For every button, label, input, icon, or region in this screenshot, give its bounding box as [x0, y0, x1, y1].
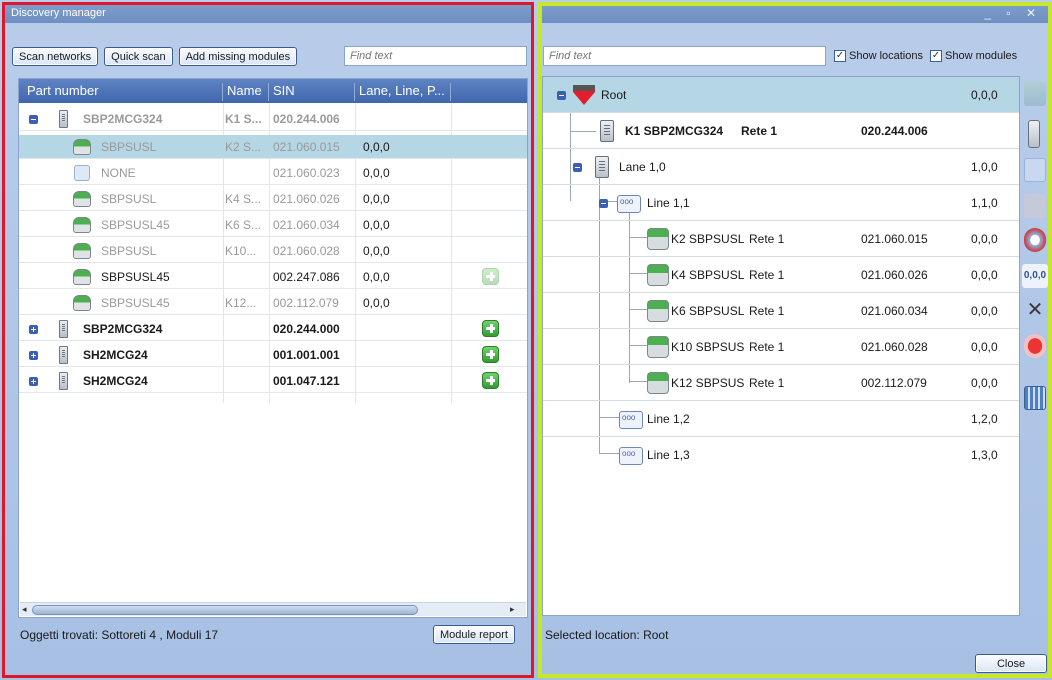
tree-node-k1[interactable]: K1 SBP2MCG324 Rete 1 020.244.006 — [543, 113, 1019, 149]
checkbox-checked-icon[interactable]: ✓ — [930, 50, 942, 62]
table-row[interactable]: SBPSUSL45 K12... 002.112.079 0,0,0 — [19, 291, 527, 315]
module-icon[interactable] — [1024, 194, 1046, 218]
tree-node-line-1-3[interactable]: Line 1,3 1,3,0 — [543, 437, 1019, 473]
close-button[interactable]: Close — [975, 654, 1047, 673]
tree-node-module[interactable]: K2 SBPSUSL Rete 1 021.060.015 0,0,0 — [543, 221, 1019, 257]
module-icon — [59, 346, 68, 364]
col-part-number[interactable]: Part number — [23, 83, 223, 101]
tree-node-line-1-1[interactable]: Line 1,1 1,1,0 — [543, 185, 1019, 221]
sensor-icon — [647, 228, 669, 250]
sensor-icon — [73, 295, 91, 311]
quick-scan-button[interactable]: Quick scan — [104, 47, 173, 66]
show-modules-checkbox[interactable]: ✓ Show modules — [930, 50, 1017, 62]
line-icon — [617, 195, 641, 213]
selected-location-text: Selected location: Root — [545, 628, 669, 642]
table-row[interactable]: NONE 021.060.023 0,0,0 — [19, 161, 527, 185]
scroll-left-icon[interactable]: ◂ — [22, 604, 27, 615]
sensor-icon — [73, 217, 91, 233]
discovery-manager-panel: Discovery manager Scan networks Quick sc… — [0, 0, 538, 680]
sensor-icon — [647, 372, 669, 394]
table-row[interactable]: SBP2MCG324 020.244.000 — [19, 317, 527, 341]
tools-icon[interactable]: ✕ — [1024, 298, 1046, 322]
right-find-input[interactable] — [543, 46, 826, 66]
tree-node-root[interactable]: Root 0,0,0 — [543, 77, 1019, 113]
expand-icon[interactable] — [29, 325, 38, 334]
network-icon[interactable] — [1024, 386, 1046, 410]
collapse-icon[interactable] — [29, 115, 38, 124]
toolbar: Scan networks Quick scan Add missing mod… — [12, 47, 298, 67]
window-title: Discovery manager — [11, 7, 106, 19]
delete-icon[interactable] — [1024, 334, 1046, 358]
collapse-icon[interactable] — [573, 163, 582, 172]
window-controls[interactable]: _ ▫ ✕ — [984, 6, 1042, 20]
module-icon — [59, 372, 68, 390]
table-row[interactable]: SBPSUSL45 002.247.086 0,0,0 — [19, 265, 527, 289]
left-find-input[interactable] — [344, 46, 527, 66]
scan-icon[interactable] — [1024, 82, 1046, 106]
add-module-button[interactable] — [482, 268, 499, 285]
side-toolbar: 0,0,0 ✕ — [1022, 76, 1048, 456]
sensor-icon — [73, 191, 91, 207]
expand-icon[interactable] — [29, 351, 38, 360]
checkbox-checked-icon[interactable]: ✓ — [834, 50, 846, 62]
add-missing-modules-button[interactable]: Add missing modules — [178, 47, 298, 66]
tree-node-line-1-2[interactable]: Line 1,2 1,2,0 — [543, 401, 1019, 437]
line-icon — [619, 447, 643, 465]
table-row[interactable]: SBPSUSL K4 S... 021.060.026 0,0,0 — [19, 187, 527, 211]
col-lane[interactable]: Lane, Line, P... — [355, 83, 451, 101]
tree-node-lane[interactable]: Lane 1,0 1,0,0 — [543, 149, 1019, 185]
lane-icon[interactable] — [1028, 120, 1040, 148]
module-report-button[interactable]: Module report — [433, 625, 515, 644]
table-row[interactable]: SBP2MCG324 K1 S... 020.244.006 — [19, 107, 527, 131]
add-module-button[interactable] — [482, 346, 499, 363]
grid-header: Part number Name SIN Lane, Line, P... — [19, 79, 527, 103]
col-name[interactable]: Name — [223, 83, 269, 101]
sensor-icon — [647, 264, 669, 286]
sensor-icon — [647, 336, 669, 358]
location-tree: Root 0,0,0 K1 SBP2MCG324 Rete 1 020.244.… — [542, 76, 1020, 616]
address-icon[interactable]: 0,0,0 — [1022, 264, 1048, 288]
sensor-icon — [73, 243, 91, 259]
tree-node-module[interactable]: K10 SBPSUS Rete 1 021.060.028 0,0,0 — [543, 329, 1019, 365]
add-module-button[interactable] — [482, 372, 499, 389]
modules-grid: Part number Name SIN Lane, Line, P... SB… — [18, 78, 528, 618]
add-module-button[interactable] — [482, 320, 499, 337]
unknown-module-icon — [74, 165, 90, 181]
table-row[interactable]: SH2MCG24 001.047.121 — [19, 369, 527, 393]
module-icon — [59, 110, 68, 128]
show-locations-checkbox[interactable]: ✓ Show locations — [834, 50, 923, 62]
horizontal-scrollbar[interactable]: ◂ ▸ — [20, 602, 526, 616]
tree-node-module[interactable]: K4 SBPSUSL Rete 1 021.060.026 0,0,0 — [543, 257, 1019, 293]
window-titlebar: Discovery manager — [5, 5, 534, 23]
scan-networks-button[interactable]: Scan networks — [12, 47, 99, 66]
table-row[interactable]: ▸ SBPSUSL K2 S... 021.060.015 0,0,0 — [19, 135, 527, 159]
module-icon — [59, 320, 68, 338]
tree-node-module[interactable]: K12 SBPSUS Rete 1 002.112.079 0,0,0 — [543, 365, 1019, 401]
table-row[interactable]: SBPSUSL K10... 021.060.028 0,0,0 — [19, 239, 527, 263]
line-icon — [619, 411, 643, 429]
root-icon — [573, 85, 595, 105]
col-sin[interactable]: SIN — [269, 83, 355, 101]
module-icon — [600, 120, 614, 142]
collapse-icon[interactable] — [599, 199, 608, 208]
collapse-icon[interactable] — [557, 91, 566, 100]
sensor-icon — [73, 139, 91, 155]
table-row[interactable]: SBPSUSL45 K6 S... 021.060.034 0,0,0 — [19, 213, 527, 237]
table-row[interactable]: SH2MCG24 001.001.001 — [19, 343, 527, 367]
line-icon[interactable] — [1024, 158, 1046, 182]
right-titlebar: _ ▫ ✕ — [542, 5, 1048, 23]
tree-node-module[interactable]: K6 SBPSUSL Rete 1 021.060.034 0,0,0 — [543, 293, 1019, 329]
lane-icon — [595, 156, 609, 178]
status-text: Oggetti trovati: Sottoreti 4 , Moduli 17 — [20, 628, 219, 642]
scrollbar-thumb[interactable] — [32, 605, 418, 615]
scroll-right-icon[interactable]: ▸ — [510, 604, 515, 615]
expand-icon[interactable] — [29, 377, 38, 386]
refresh-icon[interactable] — [1024, 228, 1046, 252]
sensor-icon — [647, 300, 669, 322]
sensor-icon — [73, 269, 91, 285]
